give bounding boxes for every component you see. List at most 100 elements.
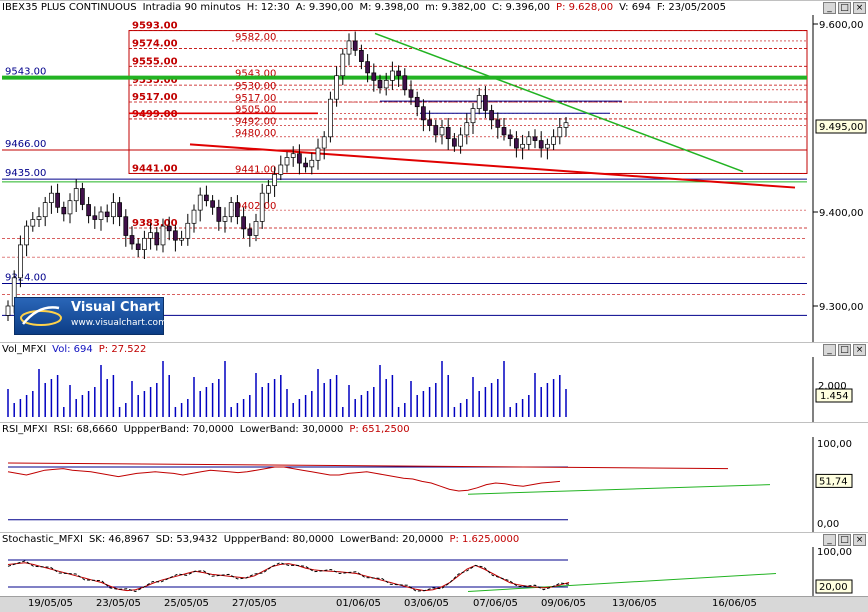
candle-body	[464, 122, 470, 136]
fib-level-label: 9593.00	[132, 21, 178, 32]
candle-body	[154, 232, 160, 246]
candle-body	[538, 140, 544, 149]
inner-level-label: 9582.00	[235, 32, 276, 43]
candle-body	[557, 127, 563, 138]
candle-body	[216, 206, 222, 222]
candle-body	[452, 138, 457, 147]
inner-level-label: 9402.00	[235, 201, 276, 212]
volume-chart[interactable]: 2.0001.454	[0, 343, 868, 423]
candle-body	[18, 244, 23, 279]
candle-body	[135, 243, 141, 250]
price-axis-label: 9.400,00	[819, 208, 864, 219]
fib-level-label: 9441.00	[132, 163, 178, 174]
candle-body	[414, 96, 420, 108]
candle-body	[489, 110, 494, 121]
candle-body	[148, 232, 153, 239]
fib-level-label: 9574.00	[132, 38, 178, 49]
candle-body	[166, 225, 172, 232]
candle-body	[228, 202, 234, 218]
date-tick: 09/06/05	[541, 598, 586, 609]
candle-body	[328, 98, 333, 138]
candle-body	[98, 211, 104, 220]
support-label: 9466.00	[5, 139, 46, 150]
rsi-panel[interactable]: RSI_MFXI RSI: 68,6660 UppperBand: 70,0000 L…	[0, 422, 868, 534]
candle-body	[210, 200, 215, 208]
candle-body	[408, 89, 414, 98]
candle-body	[160, 225, 166, 246]
candle-body	[86, 204, 91, 217]
candle-body	[396, 70, 401, 77]
candle-body	[501, 127, 507, 136]
price-axis-label: 9.600,00	[819, 20, 864, 31]
stoch-sk-line	[7, 562, 570, 592]
candle-body	[476, 95, 482, 109]
candle-body	[383, 80, 389, 89]
candle-body	[67, 200, 73, 215]
date-tick: 27/05/05	[232, 598, 277, 609]
candle-body	[470, 108, 476, 124]
candle-body	[247, 228, 253, 236]
candle-body	[197, 194, 203, 211]
candle-body	[179, 237, 184, 241]
candle-body	[514, 138, 519, 149]
price-panel[interactable]: IBEX35 PLUS CONTINUOUS Intradia 90 minuto…	[0, 0, 868, 344]
volume-panel[interactable]: Vol_MFXI Vol: 694 P: 27.522 _ □ × 2.000 1.4…	[0, 342, 868, 424]
support-label: 9543.00	[5, 67, 46, 78]
candle-body	[377, 80, 383, 89]
candle-body	[551, 136, 556, 145]
logo-url: www.visualchart.com	[71, 318, 167, 328]
candle-body	[173, 230, 178, 241]
candle-body	[303, 162, 308, 168]
candle-body	[402, 75, 408, 91]
rsi-axis-label: 0,00	[817, 519, 839, 530]
candle-body	[5, 305, 11, 316]
support-label: 9324.00	[5, 272, 46, 283]
candle-body	[563, 122, 569, 128]
candle-body	[321, 136, 327, 149]
candle-body	[129, 235, 135, 245]
inner-level-label: 9530.00	[235, 81, 276, 92]
price-chart[interactable]: 9.600,00 9.400,00 9.300,00 9.495,00 9593.00 9…	[0, 1, 868, 343]
fib-level-label: 9555.00	[132, 56, 178, 67]
stoch-axis-label: 100,00	[817, 547, 852, 558]
candle-body	[352, 40, 358, 51]
candle-body	[266, 185, 271, 194]
price-axis-label: 9.300,00	[819, 302, 864, 313]
inner-level-label: 9492.00	[235, 117, 276, 128]
date-tick: 07/06/05	[473, 598, 518, 609]
candle-body	[483, 95, 488, 111]
candle-body	[36, 216, 42, 220]
candle-body	[433, 125, 439, 136]
candle-body	[185, 222, 191, 239]
candle-body	[253, 221, 259, 236]
fib-level-label: 9517.00	[132, 92, 178, 103]
candle-body	[290, 153, 296, 158]
candle-body	[24, 225, 29, 246]
date-tick: 23/05/05	[96, 598, 141, 609]
candle-body	[42, 202, 48, 218]
candle-body	[445, 127, 451, 140]
candle-body	[545, 143, 550, 149]
date-axis[interactable]: 19/05/05 23/05/05 25/05/05 27/05/05 01/0…	[0, 596, 868, 612]
stochastic-chart[interactable]: 100,00 20,00	[0, 533, 868, 597]
candle-body	[235, 202, 240, 218]
volume-value-label: 1.454	[820, 391, 849, 402]
stoch-green-trendline	[467, 573, 777, 592]
candle-body	[495, 119, 501, 128]
candle-body	[439, 127, 445, 136]
candle-body	[284, 157, 290, 166]
candle-body	[365, 61, 370, 74]
inner-level-label: 9517.00	[235, 93, 276, 104]
candle-body	[61, 206, 67, 215]
green-trendline	[374, 32, 744, 173]
date-tick: 03/06/05	[404, 598, 449, 609]
candle-body	[204, 194, 209, 202]
candle-body	[92, 215, 98, 220]
candle-body	[371, 72, 377, 81]
candle-body	[309, 159, 315, 168]
candle-body	[30, 219, 36, 227]
candle-body	[111, 202, 116, 218]
candle-body	[421, 106, 426, 121]
stochastic-panel[interactable]: Stochastic_MFXI SK: 46,8967 SD: 53,9432 Upp…	[0, 532, 868, 598]
rsi-chart[interactable]: 100,00 0,00 51,74	[0, 423, 868, 533]
